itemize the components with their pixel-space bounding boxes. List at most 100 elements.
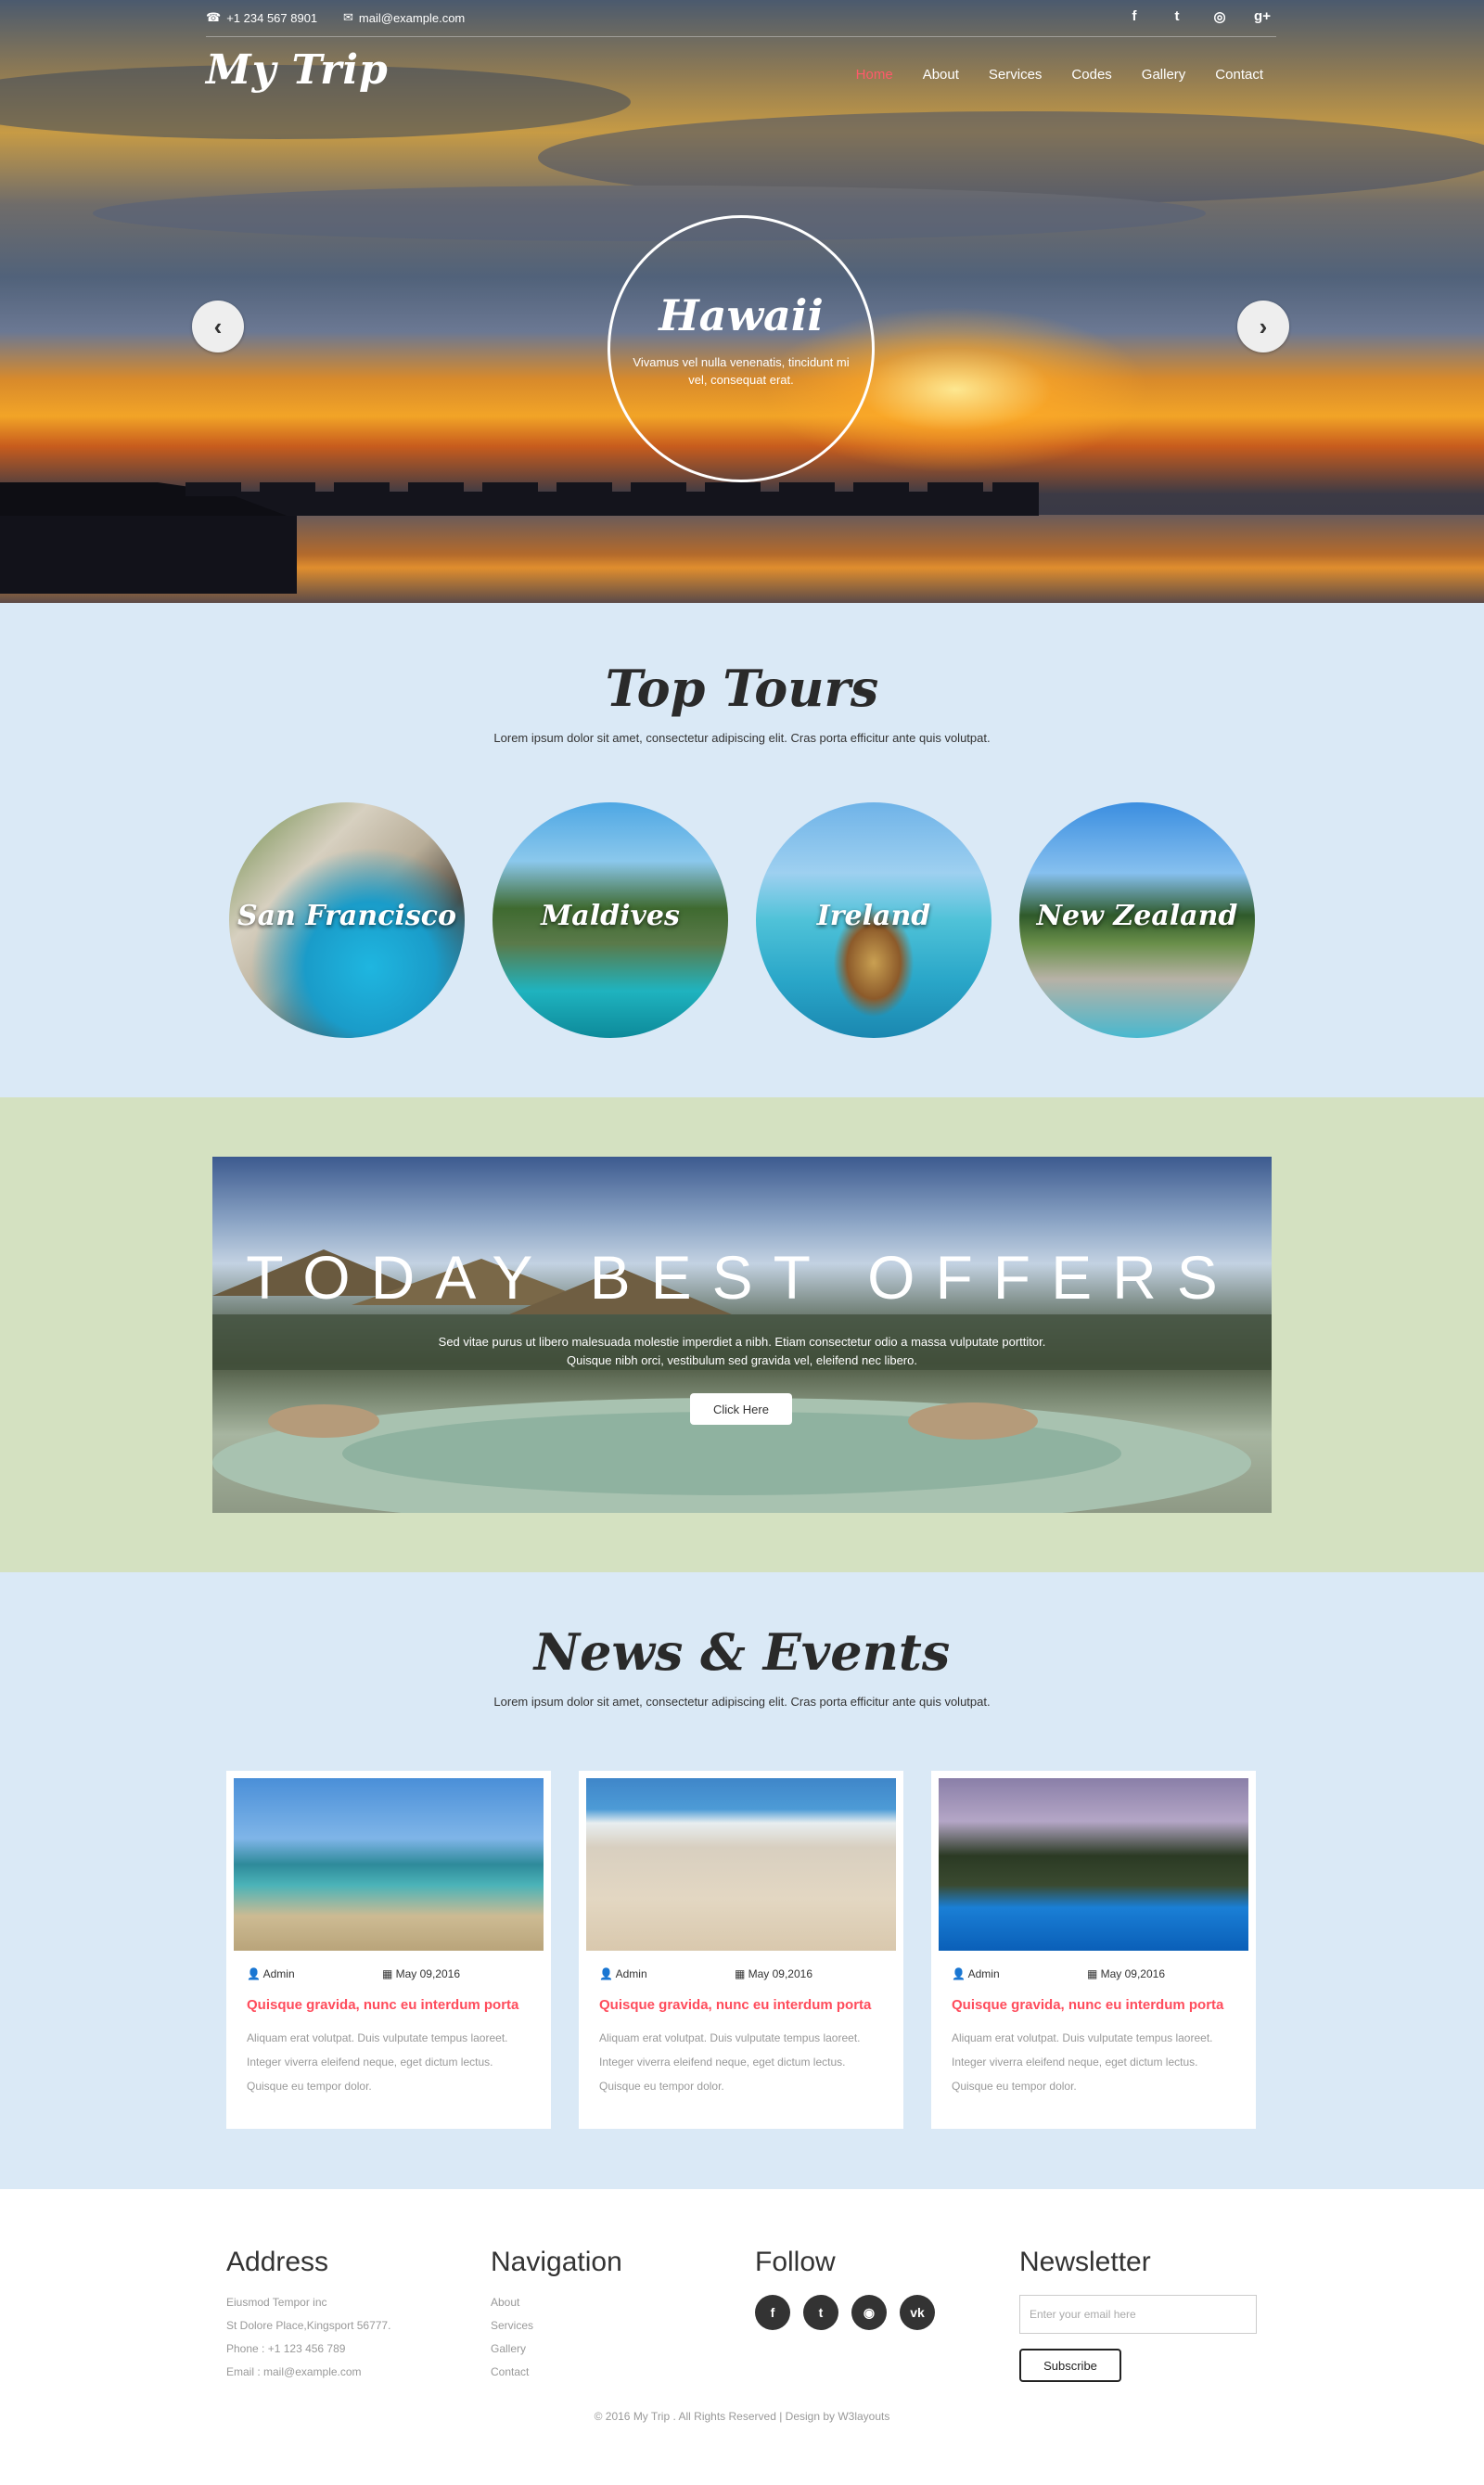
date: ▦ May 09,2016 bbox=[382, 1967, 460, 1980]
facebook-icon[interactable]: f bbox=[1126, 8, 1143, 25]
footer-link-services[interactable]: Services bbox=[491, 2314, 622, 2338]
click-here-button[interactable]: Click Here bbox=[690, 1393, 792, 1425]
card-meta: 👤 Admin ▦ May 09,2016 bbox=[586, 1951, 896, 1980]
news-image-kids[interactable] bbox=[586, 1778, 896, 1951]
author: 👤 Admin bbox=[247, 1967, 295, 1980]
footer-address: Address Eiusmod Tempor inc St Dolore Pla… bbox=[226, 2247, 390, 2384]
card-title[interactable]: Quisque gravida, nunc eu interdum porta bbox=[586, 1980, 896, 2013]
nav-services[interactable]: Services bbox=[989, 67, 1043, 83]
offers-section: TODAY BEST OFFERS Sed vitae purus ut lib… bbox=[0, 1097, 1484, 1572]
date-text: May 09,2016 bbox=[1100, 1967, 1165, 1980]
footer-link-contact[interactable]: Contact bbox=[491, 2361, 622, 2384]
news-card: 👤 Admin ▦ May 09,2016 Quisque gravida, n… bbox=[579, 1771, 903, 2129]
calendar-icon: ▦ bbox=[381, 1967, 396, 1980]
phone-contact: ☎ +1 234 567 8901 bbox=[206, 10, 317, 25]
news-card: 👤 Admin ▦ May 09,2016 Quisque gravida, n… bbox=[226, 1771, 551, 2129]
email-address[interactable]: mail@example.com bbox=[359, 11, 465, 25]
top-tours-section: Top Tours Lorem ipsum dolor sit amet, co… bbox=[0, 603, 1484, 1097]
navigation-title: Navigation bbox=[491, 2247, 622, 2277]
footer-follow: Follow f t ◉ vk bbox=[755, 2247, 935, 2330]
chevron-left-icon: ‹ bbox=[213, 312, 223, 340]
footer-newsletter: Newsletter Enter your email here Subscri… bbox=[1019, 2247, 1257, 2382]
slider-next-button[interactable]: › bbox=[1237, 301, 1289, 352]
news-section: News & Events Lorem ipsum dolor sit amet… bbox=[0, 1572, 1484, 2189]
address-line: St Dolore Place,Kingsport 56777. bbox=[226, 2319, 391, 2332]
news-image-beach[interactable] bbox=[234, 1778, 544, 1951]
subscribe-button[interactable]: Subscribe bbox=[1019, 2349, 1121, 2382]
user-icon: 👤 bbox=[599, 1967, 616, 1980]
tour-san-francisco[interactable]: San Francisco bbox=[229, 802, 465, 1038]
address-line: Eiusmod Tempor inc bbox=[226, 2296, 327, 2309]
tour-list: San Francisco Maldives Ireland New Zeala… bbox=[229, 802, 1255, 1038]
nav-about[interactable]: About bbox=[923, 67, 959, 83]
newsletter-title: Newsletter bbox=[1019, 2247, 1151, 2277]
top-social-links: f t ◎ g+ bbox=[1126, 8, 1271, 25]
card-text: Aliquam erat volutpat. Duis vulputate te… bbox=[599, 2031, 861, 2093]
offers-title: TODAY BEST OFFERS bbox=[246, 1243, 1238, 1312]
tour-label: San Francisco bbox=[237, 900, 456, 932]
date-text: May 09,2016 bbox=[395, 1967, 460, 1980]
site-logo[interactable]: My Trip bbox=[206, 46, 389, 94]
author-name: Admin bbox=[615, 1967, 647, 1980]
card-title[interactable]: Quisque gravida, nunc eu interdum porta bbox=[234, 1980, 544, 2013]
tour-label: Ireland bbox=[816, 900, 931, 932]
tour-label: New Zealand bbox=[1036, 900, 1238, 932]
nav-codes[interactable]: Codes bbox=[1071, 67, 1111, 83]
tours-subtitle: Lorem ipsum dolor sit amet, consectetur … bbox=[493, 731, 991, 745]
nav-contact[interactable]: Contact bbox=[1215, 67, 1263, 83]
author-name: Admin bbox=[262, 1967, 295, 1980]
author: 👤 Admin bbox=[952, 1967, 1000, 1980]
tour-maldives[interactable]: Maldives bbox=[493, 802, 728, 1038]
tours-title: Top Tours bbox=[605, 659, 879, 718]
tour-label: Maldives bbox=[541, 900, 680, 932]
calendar-icon: ▦ bbox=[1086, 1967, 1101, 1980]
top-bar: ☎ +1 234 567 8901 ✉ mail@example.com f t ◎… bbox=[206, 0, 1276, 37]
follow-title: Follow bbox=[755, 2247, 836, 2277]
card-title[interactable]: Quisque gravida, nunc eu interdum porta bbox=[939, 1980, 1248, 2013]
address-email[interactable]: Email : mail@example.com bbox=[226, 2361, 390, 2384]
offers-text: Sed vitae purus ut libero malesuada mole… bbox=[438, 1335, 1046, 1367]
address-title: Address bbox=[226, 2247, 329, 2277]
user-icon: 👤 bbox=[247, 1967, 263, 1980]
card-text: Aliquam erat volutpat. Duis vulputate te… bbox=[247, 2031, 508, 2093]
newsletter-email-input[interactable]: Enter your email here bbox=[1019, 2295, 1257, 2334]
twitter-icon[interactable]: t bbox=[1169, 8, 1185, 25]
card-meta: 👤 Admin ▦ May 09,2016 bbox=[234, 1951, 544, 1980]
dribbble-icon[interactable]: ◎ bbox=[1211, 8, 1228, 25]
hero-text: Vivamus vel nulla venenatis, tincidunt m… bbox=[633, 355, 850, 387]
card-text: Aliquam erat volutpat. Duis vulputate te… bbox=[952, 2031, 1213, 2093]
date: ▦ May 09,2016 bbox=[735, 1967, 812, 1980]
chevron-right-icon: › bbox=[1259, 312, 1268, 340]
news-image-pool[interactable] bbox=[939, 1778, 1248, 1951]
offer-banner: TODAY BEST OFFERS Sed vitae purus ut lib… bbox=[212, 1157, 1272, 1513]
news-title: News & Events bbox=[533, 1622, 951, 1682]
hero-title: Hawaii bbox=[659, 290, 824, 340]
hero-caption: Hawaii Vivamus vel nulla venenatis, tinc… bbox=[608, 215, 875, 482]
calendar-icon: ▦ bbox=[734, 1967, 748, 1980]
news-subtitle: Lorem ipsum dolor sit amet, consectetur … bbox=[493, 1695, 991, 1709]
copyright: © 2016 My Trip . All Rights Reserved | D… bbox=[594, 2410, 890, 2423]
slider-prev-button[interactable]: ‹ bbox=[192, 301, 244, 352]
twitter-icon[interactable]: t bbox=[803, 2295, 838, 2330]
nav-home[interactable]: Home bbox=[856, 67, 893, 83]
news-cards: 👤 Admin ▦ May 09,2016 Quisque gravida, n… bbox=[226, 1771, 1256, 2129]
tour-new-zealand[interactable]: New Zealand bbox=[1019, 802, 1255, 1038]
hero-slider: ☎ +1 234 567 8901 ✉ mail@example.com f t ◎… bbox=[0, 0, 1484, 603]
nav-gallery[interactable]: Gallery bbox=[1142, 67, 1186, 83]
tour-ireland[interactable]: Ireland bbox=[756, 802, 991, 1038]
email-contact: ✉ mail@example.com bbox=[343, 10, 465, 25]
footer-link-gallery[interactable]: Gallery bbox=[491, 2338, 622, 2361]
author: 👤 Admin bbox=[599, 1967, 647, 1980]
google-plus-icon[interactable]: g+ bbox=[1254, 8, 1271, 25]
footer-navigation: Navigation About Services Gallery Contac… bbox=[491, 2247, 622, 2384]
footer: Address Eiusmod Tempor inc St Dolore Pla… bbox=[0, 2189, 1484, 2485]
phone-number: +1 234 567 8901 bbox=[226, 10, 318, 25]
facebook-icon[interactable]: f bbox=[755, 2295, 790, 2330]
date-text: May 09,2016 bbox=[748, 1967, 812, 1980]
card-meta: 👤 Admin ▦ May 09,2016 bbox=[939, 1951, 1248, 1980]
rss-icon[interactable]: ◉ bbox=[851, 2295, 887, 2330]
address-phone: Phone : +1 123 456 789 bbox=[226, 2342, 346, 2355]
date: ▦ May 09,2016 bbox=[1087, 1967, 1165, 1980]
footer-link-about[interactable]: About bbox=[491, 2291, 622, 2314]
vk-icon[interactable]: vk bbox=[900, 2295, 935, 2330]
